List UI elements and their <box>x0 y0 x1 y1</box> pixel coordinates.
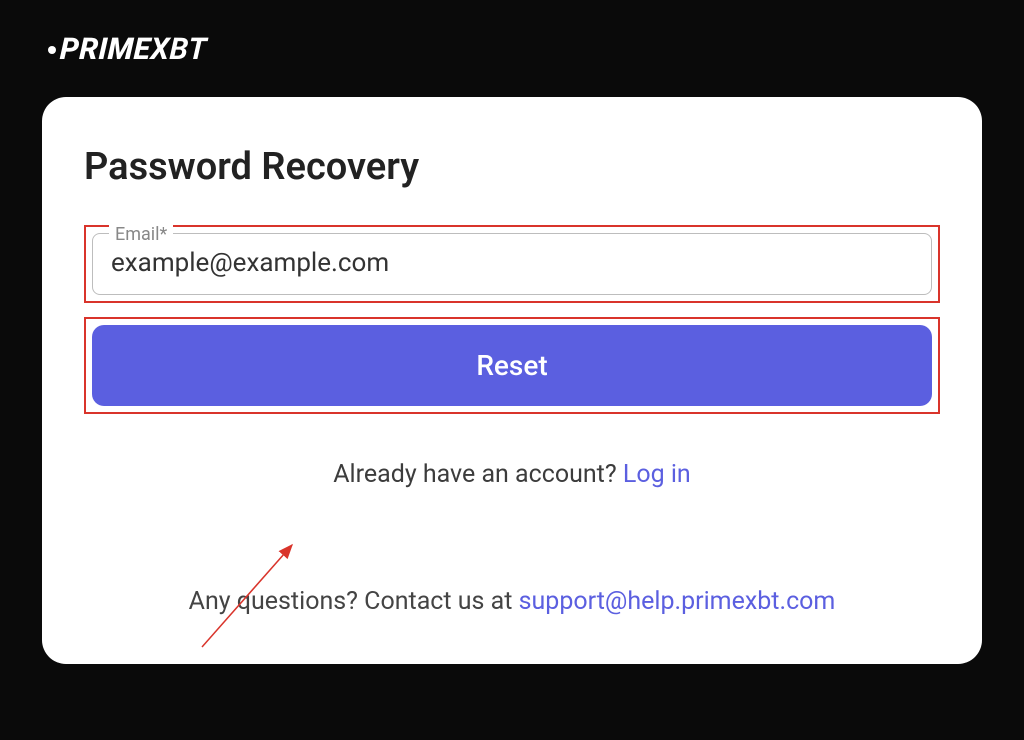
logo-prime: PRIME <box>59 32 151 67</box>
email-highlight-box: Email* <box>84 225 940 303</box>
brand-logo: PRIMEXBT <box>48 32 976 67</box>
login-link[interactable]: Log in <box>623 460 691 489</box>
logo-text: PRIMEXBT <box>59 32 208 67</box>
email-fieldset: Email* <box>92 233 932 295</box>
email-label: Email* <box>109 224 173 245</box>
login-row: Already have an account? Log in <box>84 460 940 489</box>
reset-highlight-box: Reset <box>84 317 940 414</box>
header: PRIMEXBT <box>0 0 1024 87</box>
contact-prompt: Any questions? Contact us at <box>189 587 519 616</box>
page-title: Password Recovery <box>84 145 940 189</box>
login-prompt: Already have an account? <box>333 460 623 489</box>
password-recovery-card: Password Recovery Email* Reset Already h… <box>42 97 982 664</box>
logo-xbt: XBT <box>150 32 208 67</box>
reset-button[interactable]: Reset <box>92 325 932 406</box>
contact-email-link[interactable]: support@help.primexbt.com <box>519 587 836 616</box>
logo-dot-icon <box>48 46 56 54</box>
email-input[interactable] <box>111 248 913 278</box>
contact-row: Any questions? Contact us at support@hel… <box>84 587 940 616</box>
